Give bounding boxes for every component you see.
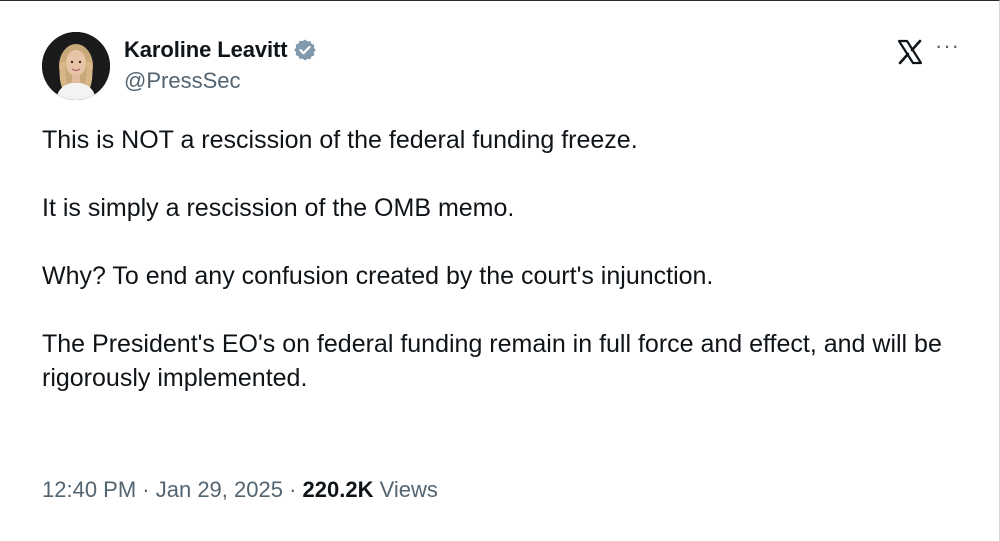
avatar-photo [42, 32, 110, 100]
tweet-paragraph: This is NOT a rescission of the federal … [42, 126, 638, 154]
tweet-paragraph: It is simply a rescission of the OMB mem… [42, 194, 515, 222]
tweet-paragraph: Why? To end any confusion created by the… [42, 262, 714, 290]
author-identity: Karoline Leavitt @PressSec [124, 36, 317, 94]
tweet-metadata: 12:40 PM · Jan 29, 2025 · 220.2K Views [42, 477, 438, 503]
views-count: 220.2K [302, 477, 374, 502]
tweet-header: Karoline Leavitt @PressSec ··· [42, 32, 962, 102]
tweet-card: Karoline Leavitt @PressSec ··· This is N… [0, 0, 1000, 541]
author-name-row[interactable]: Karoline Leavitt [124, 36, 317, 64]
x-logo-icon[interactable] [896, 38, 924, 66]
meta-separator: · [136, 477, 156, 502]
views-link[interactable]: 220.2K Views [303, 477, 438, 502]
tweet-paragraph: The President's EO's on federal funding … [42, 330, 942, 392]
views-label: Views [373, 477, 438, 502]
author-display-name[interactable]: Karoline Leavitt [124, 37, 288, 63]
tweet-text: This is NOT a rescission of the federal … [42, 123, 972, 395]
more-options-icon[interactable]: ··· [935, 35, 960, 57]
tweet-time[interactable]: 12:40 PM [42, 477, 136, 502]
verified-badge-icon [293, 38, 317, 62]
tweet-date[interactable]: Jan 29, 2025 [156, 477, 283, 502]
avatar[interactable] [42, 32, 110, 100]
meta-separator: · [282, 477, 303, 502]
author-handle[interactable]: @PressSec [124, 68, 317, 94]
